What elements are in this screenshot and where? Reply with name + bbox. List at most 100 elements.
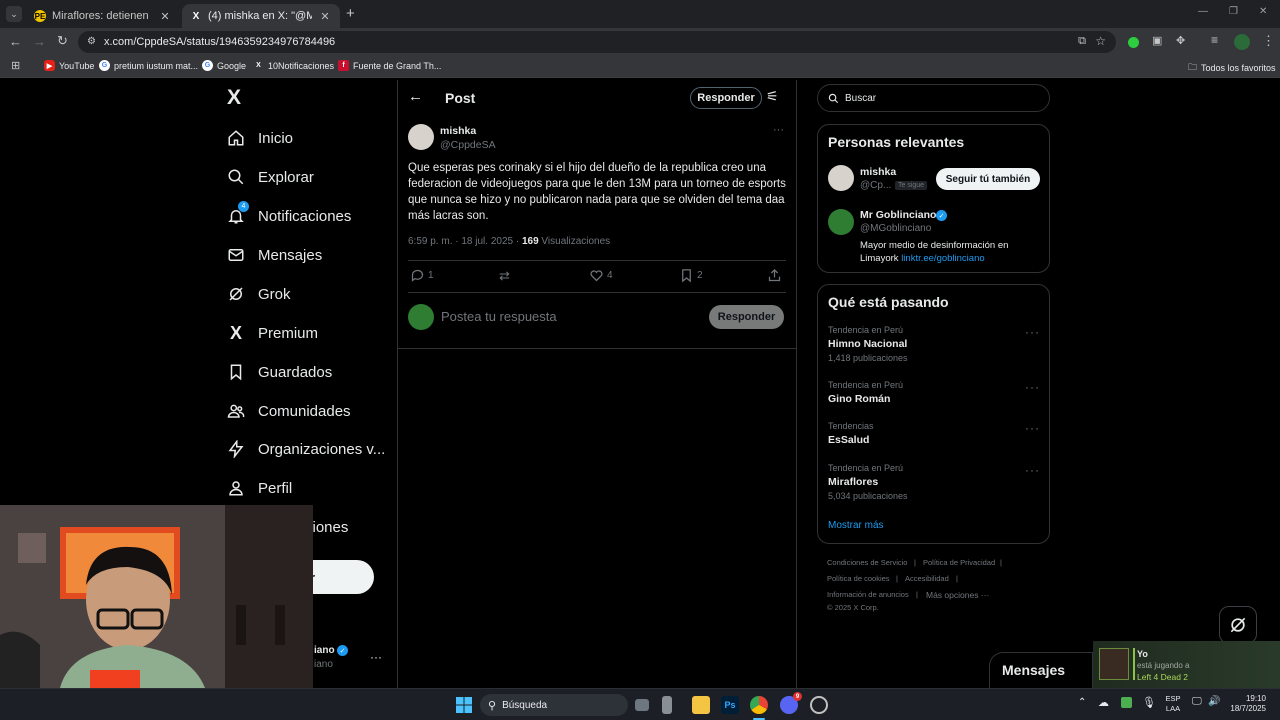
more-icon[interactable]: ··· (1025, 421, 1040, 435)
follow-back-button[interactable]: Seguir tú también (936, 168, 1040, 190)
author-name[interactable]: mishka (440, 125, 476, 137)
show-more-link[interactable]: Mostrar más (828, 520, 884, 531)
steam-notification[interactable]: Yo está jugando a Left 4 Dead 2 (1093, 641, 1280, 688)
sidebar-item-mensajes[interactable]: Mensajes (226, 243, 322, 267)
minimize-button[interactable]: — (1198, 6, 1208, 17)
x-logo[interactable]: X (227, 86, 241, 110)
close-window-button[interactable]: ✕ (1259, 6, 1267, 17)
new-tab-button[interactable]: + (346, 5, 355, 22)
profile-avatar[interactable] (1234, 34, 1250, 50)
person-handle[interactable]: @Cp... (860, 180, 891, 191)
windows-start-icon[interactable] (455, 696, 473, 714)
cloud-icon[interactable]: ☁ (1098, 696, 1109, 709)
forward-icon[interactable]: → (33, 34, 46, 49)
repost-action[interactable]: ⇄ (499, 268, 510, 284)
bookmark-notificaciones[interactable]: X 10Notificaciones (253, 60, 334, 71)
more-icon[interactable]: ··· (1025, 463, 1040, 477)
clock[interactable]: 19:10 18/7/2025 (1226, 694, 1266, 714)
avatar[interactable] (828, 209, 854, 235)
reply-input[interactable]: Postea tu respuesta (441, 309, 557, 324)
footer-link-more[interactable]: Más opciones ··· (926, 590, 989, 600)
sidebar-item-notificaciones[interactable]: 4 Notificaciones (226, 201, 351, 228)
close-icon[interactable]: ✕ (158, 10, 172, 23)
filter-settings-icon[interactable]: ⚟ (766, 88, 779, 105)
task-view-icon[interactable] (635, 699, 649, 711)
like-action[interactable]: 4 (589, 268, 613, 283)
app-icon[interactable] (662, 696, 672, 714)
person-name[interactable]: mishka (860, 166, 896, 178)
site-info-icon[interactable]: ⚙ (87, 36, 96, 47)
more-icon[interactable]: ··· (1025, 325, 1040, 339)
sidebar-item-comunidades[interactable]: Comunidades (226, 399, 351, 423)
media-icon[interactable]: ≡ (1211, 33, 1218, 47)
more-icon[interactable]: ··· (1025, 380, 1040, 394)
author-handle[interactable]: @CppdeSA (440, 139, 496, 151)
bookmark-action[interactable]: 2 (679, 268, 703, 283)
menu-icon[interactable]: ⋮ (1262, 33, 1275, 49)
bookmark-grand-theft[interactable]: f Fuente de Grand Th... (338, 60, 441, 71)
reply-submit-button[interactable]: Responder (709, 305, 784, 329)
avatar[interactable] (408, 124, 434, 150)
chrome-icon[interactable] (750, 696, 768, 714)
bio-link[interactable]: linktr.ee/goblinciano (901, 253, 984, 264)
footer-link-accessibility[interactable]: Accesibilidad (905, 574, 949, 583)
language-indicator[interactable]: ESP LAA (1163, 694, 1183, 714)
trend-item[interactable]: Tendencia en Perú Miraflores 5,034 publi… (828, 463, 1040, 501)
trend-item[interactable]: Tendencias EsSalud ··· (828, 421, 1040, 446)
bookmark-google[interactable]: G Google (202, 60, 246, 71)
taskbar-search[interactable]: ⚲ Búsqueda (480, 694, 628, 716)
sidebar-item-premium[interactable]: X Premium (226, 321, 318, 345)
photoshop-icon[interactable]: Ps (721, 696, 739, 714)
network-icon[interactable]: 🖵 (1192, 696, 1202, 707)
bookmark-pretium[interactable]: G pretium iustum mat... (99, 60, 198, 71)
share-action[interactable] (767, 268, 782, 288)
all-bookmarks[interactable]: 🗀 Todos los favoritos (1188, 60, 1276, 76)
sidebar-item-guardados[interactable]: Guardados (226, 360, 332, 384)
star-icon[interactable]: ☆ (1095, 34, 1106, 48)
sidebar-item-grok[interactable]: Grok (226, 282, 291, 306)
sidebar-item-perfil[interactable]: Perfil (226, 476, 292, 500)
volume-icon[interactable]: 🔊 (1208, 696, 1220, 707)
address-bar[interactable]: ⚙ x.com/CppdeSA/status/19463592349767844… (78, 31, 1116, 53)
maximize-button[interactable]: ❐ (1229, 6, 1238, 17)
back-arrow-icon[interactable]: ← (408, 88, 423, 105)
footer-link-terms[interactable]: Condiciones de Servicio (827, 558, 907, 567)
footer-link-cookies[interactable]: Política de cookies (827, 574, 890, 583)
sidebar-item-organizaciones[interactable]: Organizaciones v... (226, 437, 385, 461)
discord-icon[interactable]: 9 (780, 692, 802, 714)
reply-header-button[interactable]: Responder (690, 87, 762, 109)
app-icon[interactable] (810, 696, 828, 714)
sidebar-item-inicio[interactable]: Inicio (226, 126, 293, 150)
footer-link-ads[interactable]: Información de anuncios (827, 590, 909, 599)
sidebar-item-explorar[interactable]: Explorar (226, 165, 314, 189)
person-handle[interactable]: @MGoblinciano (860, 223, 931, 234)
tab-miraflores[interactable]: PE Miraflores: detienen a hombre ✕ (26, 4, 180, 28)
extension-green-icon[interactable] (1128, 37, 1139, 48)
avatar[interactable] (828, 165, 854, 191)
apps-icon[interactable]: ⊞ (11, 59, 20, 72)
search-box[interactable]: Buscar (817, 84, 1050, 112)
reply-action[interactable]: 1 (410, 268, 434, 283)
more-icon[interactable]: ··· (370, 650, 382, 664)
reload-icon[interactable]: ↻ (57, 33, 68, 49)
chevron-up-icon[interactable]: ⌃ (1078, 697, 1086, 708)
post-more-icon[interactable]: ··· (773, 124, 784, 136)
tab-mishka[interactable]: X (4) mishka en X: "@MGoblinciano ✕ (182, 4, 340, 28)
back-icon[interactable]: ← (9, 34, 22, 49)
trend-item[interactable]: Tendencia en Perú Gino Román ··· (828, 380, 1040, 405)
extension-icon[interactable]: ▣ (1152, 34, 1162, 47)
install-app-icon[interactable]: ⧉ (1078, 35, 1086, 48)
messages-drawer[interactable]: Mensajes (989, 652, 1093, 688)
footer-link-privacy[interactable]: Política de Privacidad (923, 558, 995, 567)
close-icon[interactable]: ✕ (318, 10, 332, 23)
bookmark-youtube[interactable]: ▶ YouTube (44, 60, 94, 71)
puzzle-icon[interactable]: ✥ (1176, 34, 1185, 47)
tab-search-button[interactable]: ⌄ (6, 6, 22, 22)
grok-floating-button[interactable] (1219, 606, 1257, 644)
file-explorer-icon[interactable] (692, 696, 710, 714)
microphone-icon[interactable]: 🎙 (1142, 696, 1156, 709)
post-timestamp[interactable]: 6:59 p. m. · 18 jul. 2025 · (408, 236, 522, 247)
trend-item[interactable]: Tendencia en Perú Himno Nacional 1,418 p… (828, 325, 1040, 363)
person-name[interactable]: Mr Goblinciano (860, 209, 936, 221)
tray-app-icon[interactable] (1121, 697, 1132, 708)
